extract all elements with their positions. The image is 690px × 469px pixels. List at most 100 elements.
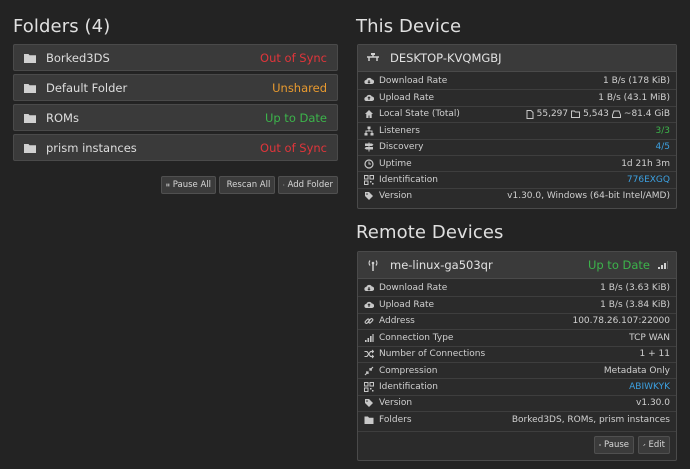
remote-download-row: Download Rate 1 B/s (3.63 KiB) (358, 280, 676, 296)
remote-version-row: Version v1.30.0 (358, 394, 676, 411)
uptime-label: Uptime (379, 158, 412, 169)
folder-icon (364, 416, 374, 424)
edit-label: Edit (648, 440, 665, 450)
hdd-icon (611, 110, 621, 119)
uptime-row: Uptime 1d 21h 3m (358, 154, 676, 171)
antenna-icon (368, 260, 378, 271)
remote-device-status: Up to Date (587, 258, 650, 272)
listeners-label: Listeners (379, 125, 420, 136)
folders-title: Folders (4) (13, 16, 111, 37)
remote-num-conn-row: Number of Connections 1 + 11 (358, 345, 676, 362)
remote-identification-value[interactable]: ABIWKYK (629, 382, 670, 392)
folder-icon (24, 53, 36, 63)
sitemap-icon (364, 126, 374, 136)
cloud-upload-icon (364, 95, 374, 102)
remote-address-value: 100.78.26.107:22000 (572, 316, 670, 327)
pause-all-label: Pause All (172, 180, 211, 190)
upload-rate-label: Upload Rate (379, 93, 435, 104)
folder-status: Out of Sync (260, 140, 327, 155)
remote-folders-row: Folders Borked3DS, ROMs, prism instances (358, 411, 676, 427)
folder-name: Borked3DS (46, 50, 110, 65)
pause-button[interactable]: Pause (594, 436, 634, 454)
cloud-download-icon (364, 78, 374, 85)
remote-device-header[interactable]: me-linux-ga503qr Up to Date (358, 252, 676, 279)
edit-button[interactable]: Edit (638, 436, 670, 454)
shuffle-icon (364, 349, 374, 359)
folder-name: prism instances (46, 140, 137, 155)
pause-all-button[interactable]: Pause All (161, 176, 216, 194)
upload-rate-value: 1 B/s (43.1 MiB) (598, 93, 670, 104)
plus-icon (283, 184, 285, 186)
remote-num-conn-value: 1 + 11 (639, 349, 670, 360)
version-row: Version v1.30.0, Windows (64-bit Intel/A… (358, 187, 676, 204)
local-state-row: Local State (Total) 55,297 5,543 ~81.4 G… (358, 105, 676, 122)
folder-icon (24, 83, 36, 93)
clock-icon (364, 159, 374, 169)
remote-device-name: me-linux-ga503qr (390, 258, 493, 272)
this-device-header[interactable]: DESKTOP-KVQMGBJ (358, 45, 676, 72)
version-label: Version (379, 191, 413, 202)
link-icon (364, 318, 374, 325)
compress-icon (364, 366, 374, 376)
folder-outline-icon (571, 110, 581, 119)
remote-compression-value: Metadata Only (603, 365, 670, 376)
remote-device-panel: me-linux-ga503qr Up to Date Download Rat… (357, 251, 677, 461)
uptime-value: 1d 21h 3m (621, 158, 670, 169)
folder-row-borked3ds[interactable]: Borked3DS Out of Sync (13, 44, 338, 71)
remote-download-label: Download Rate (379, 283, 448, 294)
remote-conn-type-value: TCP WAN (629, 332, 670, 343)
identification-value[interactable]: 776EXGQ (627, 175, 670, 185)
local-state-value: 55,297 5,543 ~81.4 GiB (526, 109, 670, 119)
tag-icon (365, 192, 373, 201)
signpost-icon (364, 142, 374, 152)
download-rate-label: Download Rate (379, 76, 448, 87)
add-folder-button[interactable]: Add Folder (278, 176, 338, 194)
folder-status: Unshared (272, 80, 327, 95)
total-size: ~81.4 GiB (623, 109, 670, 120)
this-device-name: DESKTOP-KVQMGBJ (390, 51, 502, 65)
remote-compression-label: Compression (379, 365, 438, 376)
remote-upload-value: 1 B/s (3.84 KiB) (600, 300, 670, 311)
cloud-download-icon (364, 285, 374, 292)
pause-icon (599, 444, 601, 446)
remote-devices-title: Remote Devices (356, 222, 504, 243)
remote-compression-row: Compression Metadata Only (358, 361, 676, 378)
remote-upload-row: Upload Rate 1 B/s (3.84 KiB) (358, 296, 676, 312)
dir-count: 5,543 (583, 109, 609, 120)
add-folder-label: Add Folder (287, 180, 333, 190)
remote-conn-type-label: Connection Type (379, 332, 454, 343)
folder-row-roms[interactable]: ROMs Up to Date (13, 104, 338, 131)
listeners-value[interactable]: 3/3 (656, 126, 670, 136)
network-icon (367, 53, 379, 61)
remote-address-label: Address (379, 316, 415, 327)
folder-name: ROMs (46, 110, 79, 125)
signal-icon (365, 333, 374, 342)
remote-identification-row: Identification ABIWKYK (358, 378, 676, 394)
rescan-all-button[interactable]: Rescan All (219, 176, 275, 194)
file-icon (526, 109, 534, 119)
qrcode-icon (364, 175, 374, 186)
pause-label: Pause (604, 440, 629, 450)
discovery-value[interactable]: 4/5 (656, 142, 670, 152)
folder-row-prism[interactable]: prism instances Out of Sync (13, 134, 338, 161)
tag-icon (365, 399, 373, 408)
local-state-label: Local State (Total) (379, 109, 460, 120)
remote-address-row: Address 100.78.26.107:22000 (358, 312, 676, 329)
download-rate-row: Download Rate 1 B/s (178 KiB) (358, 73, 676, 89)
remote-identification-label: Identification (379, 382, 439, 393)
identification-row: Identification 776EXGQ (358, 171, 676, 187)
remote-folders-label: Folders (379, 414, 412, 425)
folder-status: Out of Sync (260, 50, 327, 65)
folder-icon (24, 143, 36, 153)
folder-row-default[interactable]: Default Folder Unshared (13, 74, 338, 101)
download-rate-value: 1 B/s (178 KiB) (603, 76, 670, 87)
remote-num-conn-label: Number of Connections (379, 349, 486, 360)
file-count: 55,297 (536, 109, 569, 120)
pause-icon (166, 183, 170, 187)
version-value: v1.30.0, Windows (64-bit Intel/AMD) (507, 191, 670, 202)
rescan-all-label: Rescan All (226, 180, 271, 190)
qrcode-icon (364, 382, 374, 393)
folder-icon (24, 113, 36, 123)
upload-rate-row: Upload Rate 1 B/s (43.1 MiB) (358, 89, 676, 105)
remote-conn-type-row: Connection Type TCP WAN (358, 329, 676, 345)
